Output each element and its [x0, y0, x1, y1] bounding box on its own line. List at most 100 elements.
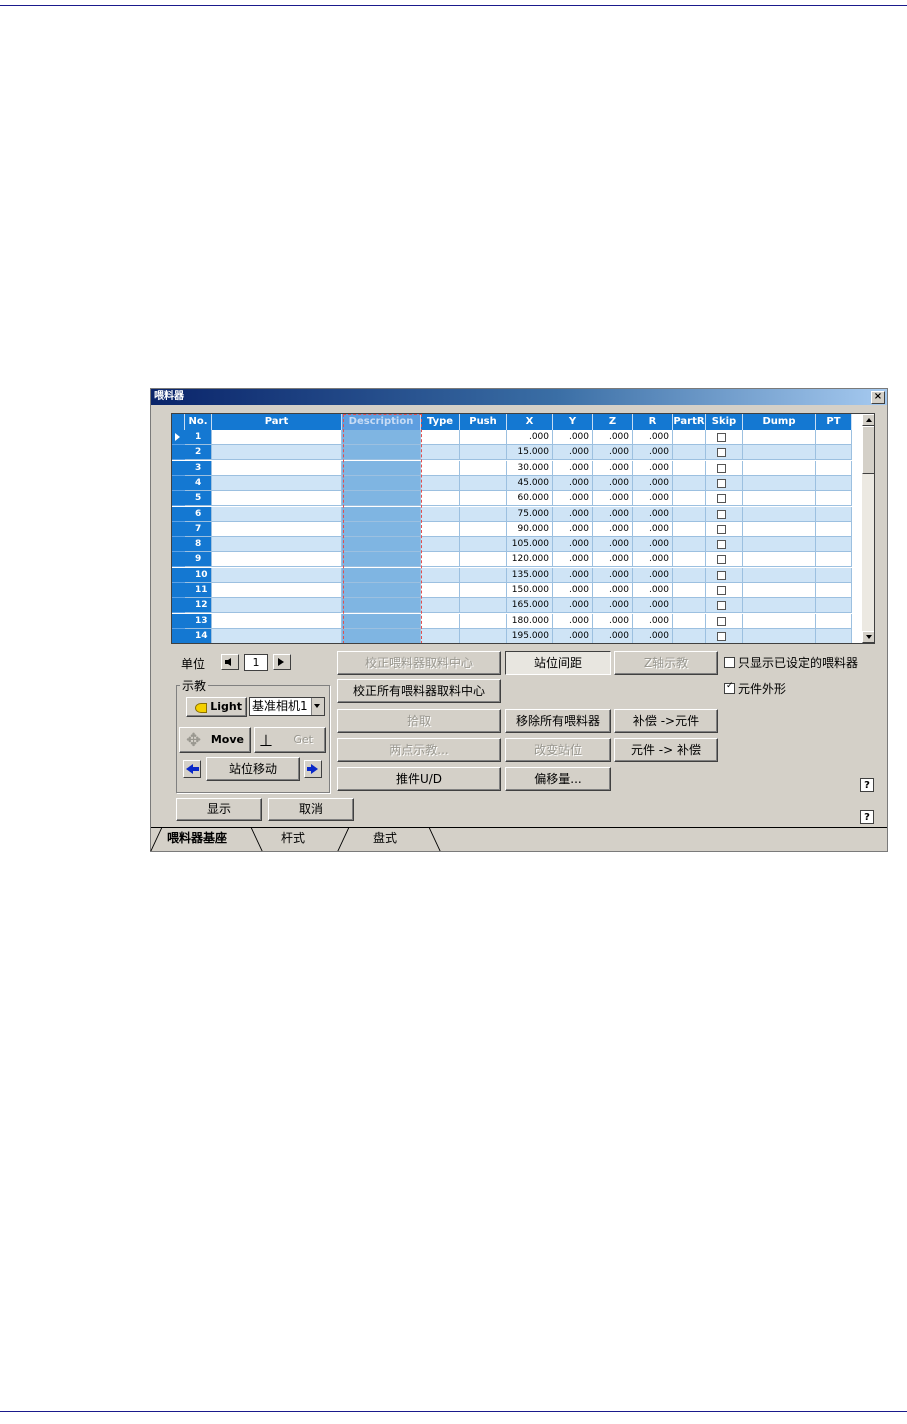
table-cell-partr[interactable] [673, 430, 706, 445]
table-cell-z[interactable]: .000 [593, 430, 633, 445]
row-selector[interactable] [172, 506, 185, 522]
table-cell-pt[interactable] [816, 521, 852, 537]
table-cell-pt[interactable] [816, 598, 852, 614]
table-cell-y[interactable]: .000 [553, 506, 593, 522]
column-header-z[interactable]: Z [593, 414, 633, 430]
skip-checkbox[interactable] [717, 616, 726, 626]
table-cell-r[interactable]: .000 [633, 598, 673, 614]
show-button[interactable]: 显示 [176, 798, 262, 821]
scroll-thumb[interactable] [862, 426, 874, 474]
table-cell-z[interactable]: .000 [593, 521, 633, 537]
row-selector[interactable] [172, 491, 185, 507]
row-selector[interactable] [172, 598, 185, 614]
row-selector[interactable] [172, 445, 185, 461]
table-cell-push[interactable] [460, 445, 507, 461]
table-cell-x[interactable]: 135.000 [507, 567, 553, 583]
table-cell-pt[interactable] [816, 475, 852, 491]
table-cell-part[interactable] [212, 491, 342, 507]
table-cell-push[interactable] [460, 475, 507, 491]
table-cell-part[interactable] [212, 460, 342, 476]
table-cell-r[interactable]: .000 [633, 506, 673, 522]
skip-checkbox[interactable] [717, 448, 726, 458]
table-cell-type[interactable] [421, 430, 460, 445]
table-cell-dump[interactable] [743, 552, 816, 568]
row-selector[interactable] [172, 475, 185, 491]
table-cell-y[interactable]: .000 [553, 537, 593, 553]
table-cell-z[interactable]: .000 [593, 475, 633, 491]
table-cell-r[interactable]: .000 [633, 521, 673, 537]
table-cell-push[interactable] [460, 567, 507, 583]
row-selector[interactable] [172, 583, 185, 598]
combo-dropdown-button[interactable] [311, 698, 324, 715]
table-cell-desc[interactable] [342, 491, 421, 507]
offset-button[interactable]: 偏移量... [505, 767, 611, 791]
table-cell-desc[interactable] [342, 460, 421, 476]
table-cell-z[interactable]: .000 [593, 567, 633, 583]
skip-checkbox[interactable] [717, 586, 726, 595]
row-selector[interactable] [172, 430, 185, 445]
table-cell-x[interactable]: 180.000 [507, 613, 553, 629]
table-cell-dump[interactable] [743, 506, 816, 522]
table-cell-part[interactable] [212, 552, 342, 568]
table-cell-dump[interactable] [743, 460, 816, 476]
tab-tray-feeder[interactable]: 盘式 [373, 829, 397, 846]
table-cell-skip[interactable] [706, 475, 743, 491]
calibrate-all-feeders-button[interactable]: 校正所有喂料器取料中心 [337, 679, 501, 703]
camera-select[interactable]: 基准相机1 [249, 697, 325, 716]
table-cell-z[interactable]: .000 [593, 628, 633, 643]
table-cell-desc[interactable] [342, 445, 421, 461]
table-cell-dump[interactable] [743, 567, 816, 583]
skip-checkbox[interactable] [717, 570, 726, 580]
table-cell-partr[interactable] [673, 445, 706, 461]
table-cell-push[interactable] [460, 491, 507, 507]
table-cell-pt[interactable] [816, 552, 852, 568]
table-cell-partr[interactable] [673, 613, 706, 629]
scroll-up-button[interactable] [862, 414, 874, 426]
skip-checkbox[interactable] [717, 601, 726, 611]
table-cell-type[interactable] [421, 521, 460, 537]
table-cell-type[interactable] [421, 537, 460, 553]
skip-checkbox[interactable] [717, 478, 726, 488]
grid-vertical-scrollbar[interactable] [862, 414, 874, 643]
table-cell-r[interactable]: .000 [633, 613, 673, 629]
skip-checkbox[interactable] [717, 631, 726, 641]
table-cell-x[interactable]: 45.000 [507, 475, 553, 491]
station-pitch-button[interactable]: 站位间距 [505, 651, 611, 675]
table-cell-x[interactable]: 165.000 [507, 598, 553, 614]
skip-checkbox[interactable] [717, 555, 726, 565]
table-cell-type[interactable] [421, 460, 460, 476]
table-cell-r[interactable]: .000 [633, 567, 673, 583]
tab-feeder-base[interactable]: 喂料器基座 [167, 829, 227, 846]
table-cell-z[interactable]: .000 [593, 598, 633, 614]
table-cell-y[interactable]: .000 [553, 613, 593, 629]
table-cell-skip[interactable] [706, 613, 743, 629]
table-cell-r[interactable]: .000 [633, 475, 673, 491]
table-cell-desc[interactable] [342, 567, 421, 583]
column-header-no[interactable]: No. [185, 414, 212, 430]
table-cell-partr[interactable] [673, 460, 706, 476]
table-cell-type[interactable] [421, 506, 460, 522]
table-cell-desc[interactable] [342, 583, 421, 598]
table-cell-y[interactable]: .000 [553, 475, 593, 491]
table-cell-y[interactable]: .000 [553, 598, 593, 614]
table-cell-x[interactable]: 75.000 [507, 506, 553, 522]
table-cell-pt[interactable] [816, 613, 852, 629]
table-cell-type[interactable] [421, 628, 460, 643]
table-cell-z[interactable]: .000 [593, 506, 633, 522]
table-cell-part[interactable] [212, 583, 342, 598]
table-cell-pt[interactable] [816, 445, 852, 461]
two-point-teach-button[interactable]: 两点示教... [337, 738, 501, 762]
table-cell-skip[interactable] [706, 583, 743, 598]
table-cell-skip[interactable] [706, 537, 743, 553]
table-cell-part[interactable] [212, 598, 342, 614]
table-cell-z[interactable]: .000 [593, 583, 633, 598]
table-cell-y[interactable]: .000 [553, 628, 593, 643]
station-move-button[interactable]: 站位移动 [206, 757, 300, 781]
table-cell-skip[interactable] [706, 598, 743, 614]
cancel-button[interactable]: 取消 [268, 798, 354, 821]
table-cell-skip[interactable] [706, 460, 743, 476]
change-station-button[interactable]: 改变站位 [505, 738, 611, 762]
column-header-r[interactable]: R [633, 414, 673, 430]
help-button-1[interactable]: ? [860, 778, 874, 792]
station-next-button[interactable] [304, 760, 322, 778]
